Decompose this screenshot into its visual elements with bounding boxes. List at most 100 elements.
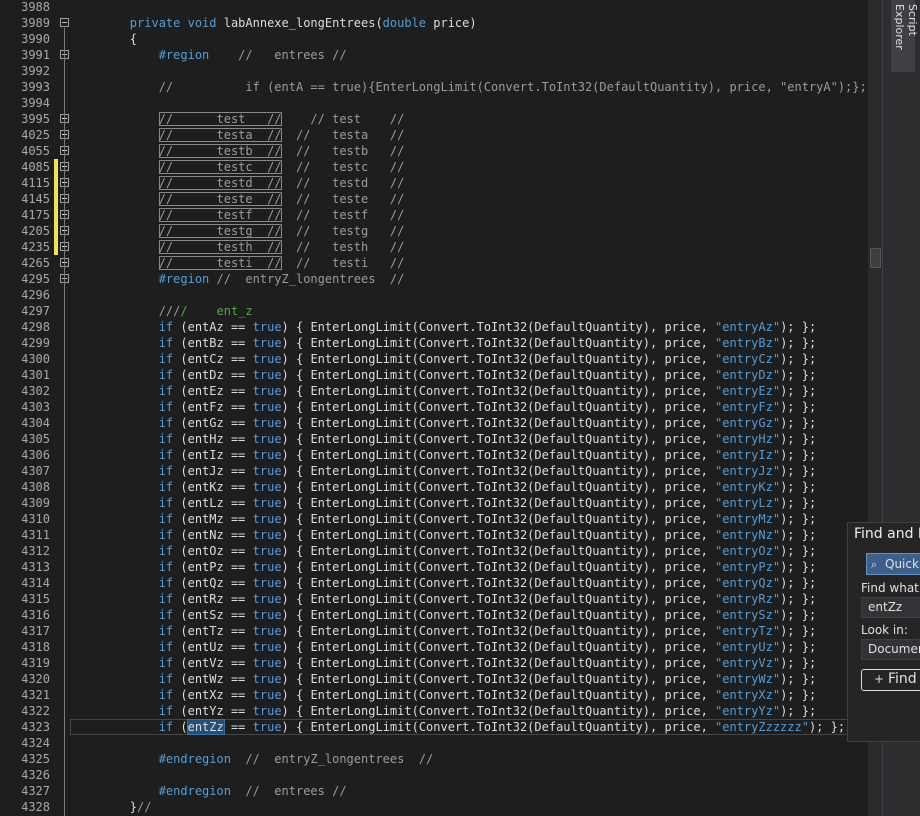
scrollbar-thumb[interactable] <box>870 248 881 268</box>
code-line[interactable]: 4265 // testi // // testi // <box>0 255 868 271</box>
code-line[interactable]: 4315 if (entRz == true) { EnterLongLimit… <box>0 591 868 607</box>
code-line[interactable]: 4299 if (entBz == true) { EnterLongLimit… <box>0 335 868 351</box>
script-explorer-tab[interactable]: Script Explorer <box>891 0 919 72</box>
code-token: true <box>252 368 282 382</box>
code-line[interactable]: 4309 if (entLz == true) { EnterLongLimit… <box>0 495 868 511</box>
code-line[interactable]: 4319 if (entVz == true) { EnterLongLimit… <box>0 655 868 671</box>
look-in-select[interactable]: Document <box>861 639 920 660</box>
collapse-region-icon[interactable] <box>60 18 69 27</box>
code-line[interactable]: 3993 // if (entA == true){EnterLongLimit… <box>0 79 868 95</box>
code-line[interactable]: 4317 if (entTz == true) { EnterLongLimit… <box>0 623 868 639</box>
code-text: private void labAnnexe_longEntrees(doubl… <box>72 15 477 31</box>
find-what-input[interactable]: entZz <box>861 597 920 618</box>
code-line[interactable]: 3989 private void labAnnexe_longEntrees(… <box>0 15 868 31</box>
code-token: true <box>252 336 282 350</box>
code-line[interactable]: 4304 if (entGz == true) { EnterLongLimit… <box>0 415 868 431</box>
code-line[interactable]: 4295 #region // entryZ_longentrees // <box>0 271 868 287</box>
code-token: true <box>252 496 282 510</box>
code-line[interactable]: 4306 if (entIz == true) { EnterLongLimit… <box>0 447 868 463</box>
code-line[interactable]: 4310 if (entMz == true) { EnterLongLimit… <box>0 511 868 527</box>
quick-find-button[interactable]: ⌕ Quick Find <box>866 553 920 575</box>
code-token: true <box>252 720 282 734</box>
code-line[interactable]: 3992 <box>0 63 868 79</box>
code-token: ); }; <box>780 592 817 606</box>
code-line[interactable]: 4318 if (entUz == true) { EnterLongLimit… <box>0 639 868 655</box>
code-text: if (entVz == true) { EnterLongLimit(Conv… <box>72 655 816 671</box>
find-next-button[interactable]: + Find <box>861 669 920 691</box>
code-token: true <box>252 608 282 622</box>
code-line[interactable]: 4175 // testf // // testf // <box>0 207 868 223</box>
code-token: ) { EnterLongLimit(Convert.ToInt32(Defau… <box>281 352 716 366</box>
code-line[interactable]: 4145 // teste // // teste // <box>0 191 868 207</box>
code-line[interactable]: 4235 // testh // // testh // <box>0 239 868 255</box>
line-number: 3988 <box>21 0 50 14</box>
code-line[interactable]: 4312 if (entOz == true) { EnterLongLimit… <box>0 543 868 559</box>
code-line[interactable]: 3988 <box>0 0 868 15</box>
code-token: // testh // <box>158 240 282 254</box>
code-token: "entryIz" <box>715 448 781 462</box>
code-line[interactable]: 4300 if (entCz == true) { EnterLongLimit… <box>0 351 868 367</box>
code-token: if <box>158 528 174 542</box>
code-line[interactable]: 4324 <box>0 735 868 751</box>
code-line[interactable]: 4301 if (entDz == true) { EnterLongLimit… <box>0 367 868 383</box>
code-token: "entryBz" <box>715 336 781 350</box>
code-line[interactable]: 4307 if (entJz == true) { EnterLongLimit… <box>0 463 868 479</box>
code-line[interactable]: 4298 if (entAz == true) { EnterLongLimit… <box>0 319 868 335</box>
line-number: 4310 <box>21 512 50 526</box>
code-token: "entryOz" <box>715 544 781 558</box>
code-line[interactable]: 4328 }// <box>0 799 868 815</box>
line-number: 4265 <box>21 256 50 270</box>
code-line[interactable]: 4297 //// ent_z <box>0 303 868 319</box>
code-line[interactable]: 4316 if (entSz == true) { EnterLongLimit… <box>0 607 868 623</box>
code-line[interactable]: 3991 #region // entrees // <box>0 47 868 63</box>
code-token: ); }; <box>780 352 817 366</box>
code-line[interactable]: 4085 // testc // // testc // <box>0 159 868 175</box>
code-line[interactable]: 3994 <box>0 95 868 111</box>
code-line[interactable]: 4296 <box>0 287 868 303</box>
code-line[interactable]: 4320 if (entWz == true) { EnterLongLimit… <box>0 671 868 687</box>
line-number: 3994 <box>21 96 50 110</box>
code-line[interactable]: 4205 // testg // // testg // <box>0 223 868 239</box>
code-line[interactable]: 4308 if (entKz == true) { EnterLongLimit… <box>0 479 868 495</box>
code-token: ) { EnterLongLimit(Convert.ToInt32(Defau… <box>281 544 716 558</box>
code-line[interactable]: 4323 if (entZz == true) { EnterLongLimit… <box>0 719 868 735</box>
code-token: // testa // <box>281 128 405 142</box>
code-token: ) { EnterLongLimit(Convert.ToInt32(Defau… <box>281 672 716 686</box>
code-line[interactable]: 4303 if (entFz == true) { EnterLongLimit… <box>0 399 868 415</box>
code-line[interactable]: 4302 if (entEz == true) { EnterLongLimit… <box>0 383 868 399</box>
code-line[interactable]: 4025 // testa // // testa // <box>0 127 868 143</box>
code-token: ) { EnterLongLimit(Convert.ToInt32(Defau… <box>281 512 716 526</box>
code-line[interactable]: 4305 if (entHz == true) { EnterLongLimit… <box>0 431 868 447</box>
code-token: ) { EnterLongLimit(Convert.ToInt32(Defau… <box>281 384 716 398</box>
code-token: "entryJz" <box>715 464 781 478</box>
code-line[interactable]: 4321 if (entXz == true) { EnterLongLimit… <box>0 687 868 703</box>
code-line[interactable]: 3990 { <box>0 31 868 47</box>
code-line[interactable]: 3995 // test // // test // <box>0 111 868 127</box>
code-line[interactable]: 4055 // testb // // testb // <box>0 143 868 159</box>
code-line[interactable]: 4311 if (entNz == true) { EnterLongLimit… <box>0 527 868 543</box>
code-line[interactable]: 4115 // testd // // testd // <box>0 175 868 191</box>
code-text: if (entJz == true) { EnterLongLimit(Conv… <box>72 463 816 479</box>
code-text: if (entZz == true) { EnterLongLimit(Conv… <box>72 719 845 735</box>
code-editor[interactable]: 3988 3989 private void labAnnexe_longEntr… <box>0 0 868 816</box>
code-token: // teste // <box>158 192 282 206</box>
line-number: 4313 <box>21 560 50 574</box>
code-line[interactable]: 4325 #endregion // entryZ_longentrees // <box>0 751 868 767</box>
code-line[interactable]: 4327 #endregion // entrees // <box>0 783 868 799</box>
expand-plus-icon[interactable]: + <box>874 670 888 689</box>
code-line[interactable]: 4314 if (entQz == true) { EnterLongLimit… <box>0 575 868 591</box>
code-token: ); }; <box>780 560 817 574</box>
code-line[interactable]: 4322 if (entYz == true) { EnterLongLimit… <box>0 703 868 719</box>
code-line[interactable]: 4326 <box>0 767 868 783</box>
code-line[interactable]: 4313 if (entPz == true) { EnterLongLimit… <box>0 559 868 575</box>
